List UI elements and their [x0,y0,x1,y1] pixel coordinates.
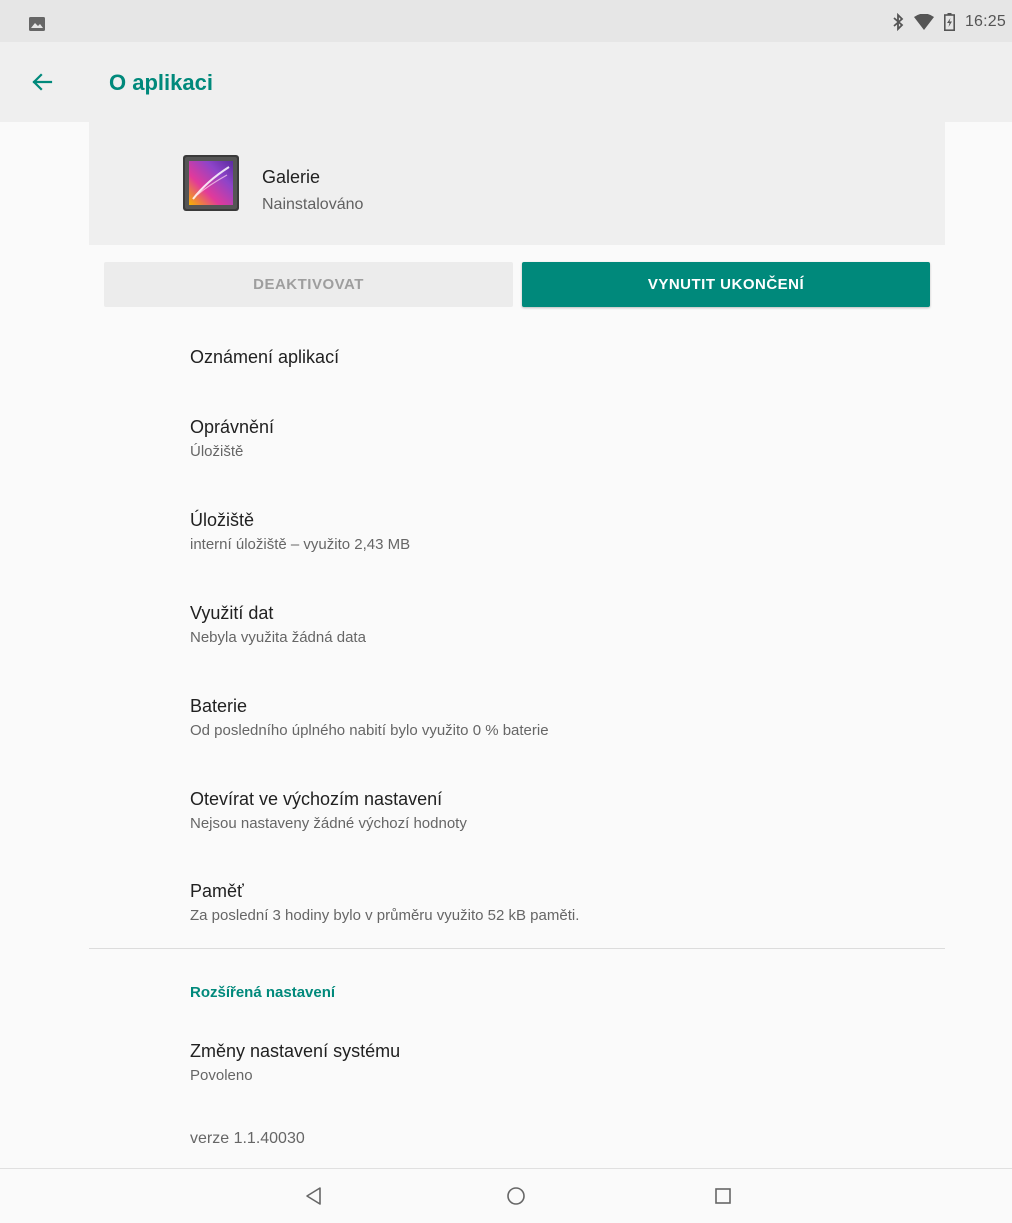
wifi-icon [913,14,934,30]
list-item-subtitle: Od posledního úplného nabití bylo využit… [190,722,549,739]
back-button[interactable] [26,66,58,98]
nav-back-button[interactable] [301,1183,327,1209]
list-item-storage[interactable]: Úložiště interní úložiště – využito 2,43… [190,509,930,555]
list-item-permissions[interactable]: Oprávnění Úložiště [190,416,930,462]
list-item-data-usage[interactable]: Využití dat Nebyla využita žádná data [190,602,930,648]
list-item-memory[interactable]: Paměť Za poslední 3 hodiny bylo v průměr… [190,880,930,926]
recents-square-icon [715,1188,731,1204]
list-item-title: Baterie [190,696,248,716]
status-time: 16:25 [964,13,1006,30]
app-name: Galerie [262,167,321,187]
back-triangle-icon [306,1187,321,1205]
navigation-bar [0,1168,1012,1223]
list-item-subtitle: Úložiště [190,443,244,460]
battery-icon [943,13,955,31]
list-item-subtitle: Nebyla využita žádná data [190,629,366,646]
app-bar: O aplikaci [0,42,1012,122]
list-item-modify-system-settings[interactable]: Změny nastavení systému Povoleno [190,1040,930,1086]
list-item-subtitle: Za poslední 3 hodiny bylo v průměru využ… [190,907,580,924]
bluetooth-icon [893,13,904,31]
list-item-subtitle: Nejsou nastaveny žádné výchozí hodnoty [190,815,467,832]
page-title: O aplikaci [109,70,213,95]
home-circle-icon [507,1187,525,1205]
list-item-notifications[interactable]: Oznámení aplikací [190,346,930,368]
list-item-title: Úložiště [190,510,255,530]
nav-recents-button[interactable] [710,1183,736,1209]
force-stop-button[interactable]: VYNUTIT UKONČENÍ [522,262,930,307]
gallery-app-icon [183,155,239,211]
list-item-open-by-default[interactable]: Otevírat ve výchozím nastavení Nejsou na… [190,788,930,834]
list-item-subtitle: Povoleno [190,1067,253,1084]
advanced-section-title: Rozšířená nastavení [190,984,336,1001]
list-item-title: Oznámení aplikací [190,347,340,367]
app-version: verze 1.1.40030 [190,1130,305,1147]
list-item-battery[interactable]: Baterie Od posledního úplného nabití byl… [190,695,930,741]
nav-home-button[interactable] [503,1183,529,1209]
list-item-title: Otevírat ve výchozím nastavení [190,789,443,809]
list-item-title: Oprávnění [190,417,275,437]
app-header: Galerie Nainstalováno [89,122,945,245]
list-item-subtitle: interní úložiště – využito 2,43 MB [190,536,411,553]
list-item-title: Změny nastavení systému [190,1041,401,1061]
status-icons: 16:25 [892,12,1006,32]
list-item-title: Paměť [190,881,244,901]
status-bar: 16:25 [0,0,1012,42]
image-notification-icon [29,17,45,31]
arrow-back-icon [32,73,53,91]
section-divider [89,948,945,949]
disable-button[interactable]: DEAKTIVOVAT [104,262,513,307]
app-install-status: Nainstalováno [262,196,364,213]
list-item-title: Využití dat [190,603,274,623]
